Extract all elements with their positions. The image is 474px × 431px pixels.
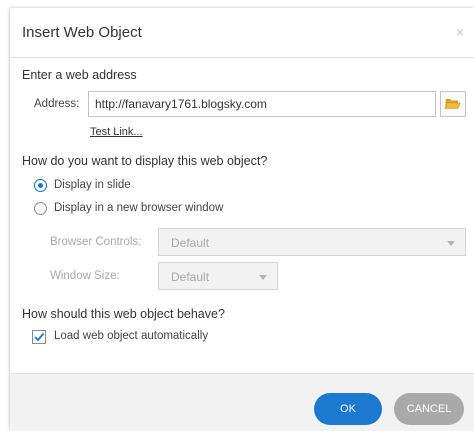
address-input[interactable] (88, 91, 436, 117)
checkmark-icon (34, 332, 45, 342)
chevron-down-icon (447, 241, 455, 246)
insert-web-object-dialog: Insert Web Object × Enter a web address … (10, 8, 474, 431)
window-size-select: Default (158, 262, 278, 290)
browser-controls-select: Default (158, 228, 466, 256)
window-size-label: Window Size: (50, 270, 120, 282)
browser-controls-label: Browser Controls: (50, 236, 142, 248)
browse-button[interactable] (440, 91, 466, 117)
load-automatically-checkbox[interactable] (32, 330, 46, 344)
display-in-slide-label: Display in slide (54, 179, 131, 191)
cancel-button[interactable]: CANCEL (394, 393, 464, 425)
load-automatically-label: Load web object automatically (54, 330, 209, 342)
dialog-footer: OK CANCEL (10, 373, 474, 431)
web-address-heading: Enter a web address (22, 68, 137, 82)
folder-open-icon (444, 99, 461, 109)
display-heading: How do you want to display this web obje… (22, 154, 268, 168)
display-new-window-label: Display in a new browser window (54, 202, 224, 214)
dialog-title: Insert Web Object (22, 24, 142, 41)
browser-controls-value: Default (171, 236, 210, 250)
close-icon[interactable]: × (456, 24, 464, 40)
display-in-slide-radio[interactable] (34, 179, 47, 192)
display-new-window-radio[interactable] (34, 202, 47, 215)
chevron-down-icon (259, 275, 267, 280)
window-size-value: Default (171, 270, 210, 284)
ok-button[interactable]: OK (314, 393, 382, 425)
test-link[interactable]: Test Link... (90, 126, 143, 138)
dialog-titlebar: Insert Web Object × (10, 8, 474, 58)
behavior-heading: How should this web object behave? (22, 307, 225, 321)
address-label: Address: (34, 98, 80, 110)
